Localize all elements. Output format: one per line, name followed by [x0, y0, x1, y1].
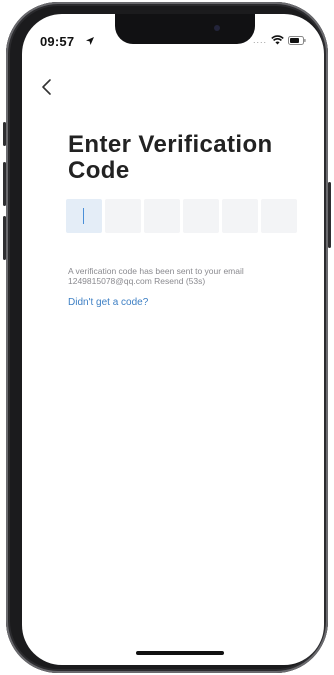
text-caret	[83, 208, 84, 224]
back-chevron-icon[interactable]	[36, 76, 58, 98]
info-text: A verification code has been sent to you…	[68, 266, 244, 276]
code-digit-box-1[interactable]	[66, 199, 102, 233]
front-camera	[214, 25, 220, 31]
email-address: 1249815078@qq.com	[68, 276, 152, 286]
signal-dots: ....	[252, 35, 267, 45]
status-time: 09:57	[40, 34, 75, 49]
verification-code-input[interactable]	[66, 199, 297, 233]
phone-frame: 09:57 .... Enter Verification Code A ver…	[3, 2, 331, 673]
wifi-icon	[271, 35, 284, 45]
status-icons: ....	[253, 35, 306, 45]
home-indicator[interactable]	[136, 651, 224, 655]
code-digit-box-6[interactable]	[261, 199, 297, 233]
battery-icon	[288, 35, 306, 45]
page-title: Enter Verification Code	[68, 131, 273, 184]
code-digit-box-2[interactable]	[105, 199, 141, 233]
notch	[115, 14, 255, 44]
didnt-get-code-link[interactable]: Didn't get a code?	[68, 297, 148, 308]
app-screen: 09:57 .... Enter Verification Code A ver…	[22, 14, 324, 665]
verification-info: A verification code has been sent to you…	[68, 266, 308, 286]
code-digit-box-4[interactable]	[183, 199, 219, 233]
mute-switch	[3, 122, 6, 146]
code-digit-box-3[interactable]	[144, 199, 180, 233]
resend-countdown[interactable]: Resend (53s)	[154, 276, 205, 286]
volume-up-button	[3, 162, 6, 206]
volume-down-button	[3, 216, 6, 260]
code-digit-box-5[interactable]	[222, 199, 258, 233]
location-arrow-icon	[86, 37, 94, 45]
power-button	[328, 182, 331, 248]
